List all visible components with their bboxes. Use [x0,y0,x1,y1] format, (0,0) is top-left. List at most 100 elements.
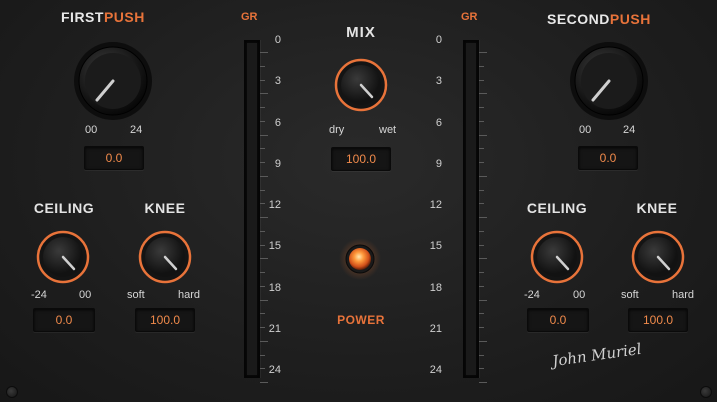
power-led-icon [339,238,381,280]
gr-scale-tick [479,299,487,301]
gr-scale-label: 24 [429,364,442,376]
gr-scale-label: 0 [274,34,281,46]
gr-scale-minor-tick [479,285,484,287]
second-push-range-min: 00 [579,124,592,136]
gr-scale-minor-tick [260,354,265,356]
gr-scale-minor-tick [479,244,484,246]
second-knee-value-field[interactable]: 100.0 [628,308,688,332]
second-push-title: SECONDPUSH [547,11,651,27]
power-button[interactable] [339,238,381,285]
gr-scale-tick [479,217,487,218]
gr-scale-minor-tick [260,230,265,232]
gr-scale-tick [260,175,268,177]
first-push-value-field[interactable]: 0.0 [84,146,144,170]
gr-scale-label: 18 [429,281,442,294]
first-knee-max: hard [178,289,201,301]
gr-scale-label: 24 [268,364,281,376]
gr-scale-label: 3 [435,75,442,88]
gr-scale-minor-tick [479,313,484,315]
second-push-title-second: SECOND [547,11,610,27]
first-push-range-max: 24 [130,124,143,136]
second-knee-min: soft [621,289,639,301]
gr-scale-minor-tick [479,79,484,81]
gr-scale-tick [479,93,487,95]
gr-scale-minor-tick [479,162,484,163]
first-push-title-push: PUSH [103,9,145,25]
plugin-panel: FIRSTPUSH 00 24 0.0 CEILING -24 00 0.0 K… [0,0,717,402]
second-knee-knob[interactable] [631,230,685,284]
gr-scale-minor-tick [479,327,484,328]
power-label: POWER [337,313,385,327]
gr-scale-label: 0 [435,34,442,46]
gr-scale-label: 9 [274,157,281,170]
first-ceiling-value-field[interactable]: 0.0 [33,308,95,332]
first-knee-knob[interactable] [138,230,192,284]
corner-screw-icon [700,386,712,398]
gr-scale-minor-tick [479,368,484,370]
first-ceiling-max: 00 [79,289,92,301]
gr-scale-label: 15 [429,240,442,253]
gr-scale-minor-tick [260,313,265,315]
first-ceiling-knob[interactable] [36,230,90,284]
mix-knob[interactable] [334,58,388,112]
mix-min: dry [329,124,345,136]
gr-scale-tick [260,258,268,260]
gr-scale-label: 21 [268,322,281,335]
second-push-range-max: 24 [623,124,636,136]
gr-scale-minor-tick [260,148,265,150]
mix-label: MIX [346,24,376,41]
signature: John Muriel [551,339,643,371]
gr-scale-label: 18 [268,281,281,294]
gr-scale-tick [260,382,268,383]
gr-scale-minor-tick [479,107,484,108]
gr-scale-tick [479,258,487,260]
first-knee-label: KNEE [144,200,186,216]
left-gr-meter [244,40,260,378]
gr-scale-tick [479,175,487,177]
first-push-knob[interactable] [72,40,154,122]
gr-scale-minor-tick [479,272,484,273]
gr-scale-minor-tick [479,148,484,150]
first-knee-min: soft [127,289,145,301]
gr-scale-tick [479,134,487,136]
gr-scale-label: 12 [268,199,281,211]
gr-scale-label: 15 [268,240,281,253]
corner-screw-icon [6,386,18,398]
first-knee-value-field[interactable]: 100.0 [135,308,195,332]
gr-scale-tick [260,340,268,342]
gr-scale-minor-tick [260,107,265,108]
gr-scale-minor-tick [260,65,265,67]
gr-scale-label: 6 [435,116,442,129]
mix-value-field[interactable]: 100.0 [331,147,391,171]
second-ceiling-knob[interactable] [530,230,584,284]
right-gr-meter [463,40,479,378]
gr-scale-label: 21 [429,322,442,335]
second-push-knob[interactable] [568,40,650,122]
gr-scale-label: 3 [274,75,281,88]
gr-scale-label: 12 [429,199,442,211]
mix-max: wet [379,124,397,136]
gr-scale-minor-tick [479,65,484,67]
second-knee-label: KNEE [636,200,678,216]
gr-scale-tick [479,340,487,342]
second-ceiling-label: CEILING [526,200,588,216]
left-gr-label: GR [241,11,258,23]
gr-scale-minor-tick [260,189,265,191]
first-push-range-min: 00 [85,124,98,136]
second-push-value-field[interactable]: 0.0 [578,146,638,170]
gr-scale-tick [479,382,487,383]
gr-scale-label: 6 [274,116,281,129]
gr-scale-tick [260,299,268,301]
gr-scale-minor-tick [479,120,484,122]
gr-scale-tick [479,52,487,53]
first-ceiling-label: CEILING [33,200,95,216]
first-push-title-first: FIRST [61,9,104,25]
right-gr-label: GR [461,11,478,23]
second-ceiling-value-field[interactable]: 0.0 [527,308,589,332]
gr-scale-minor-tick [479,189,484,191]
second-knee-max: hard [672,289,695,301]
gr-scale-tick [260,93,268,95]
gr-scale-tick [260,217,268,218]
gr-scale-label: 9 [435,157,442,170]
first-ceiling-min: -24 [31,289,47,301]
